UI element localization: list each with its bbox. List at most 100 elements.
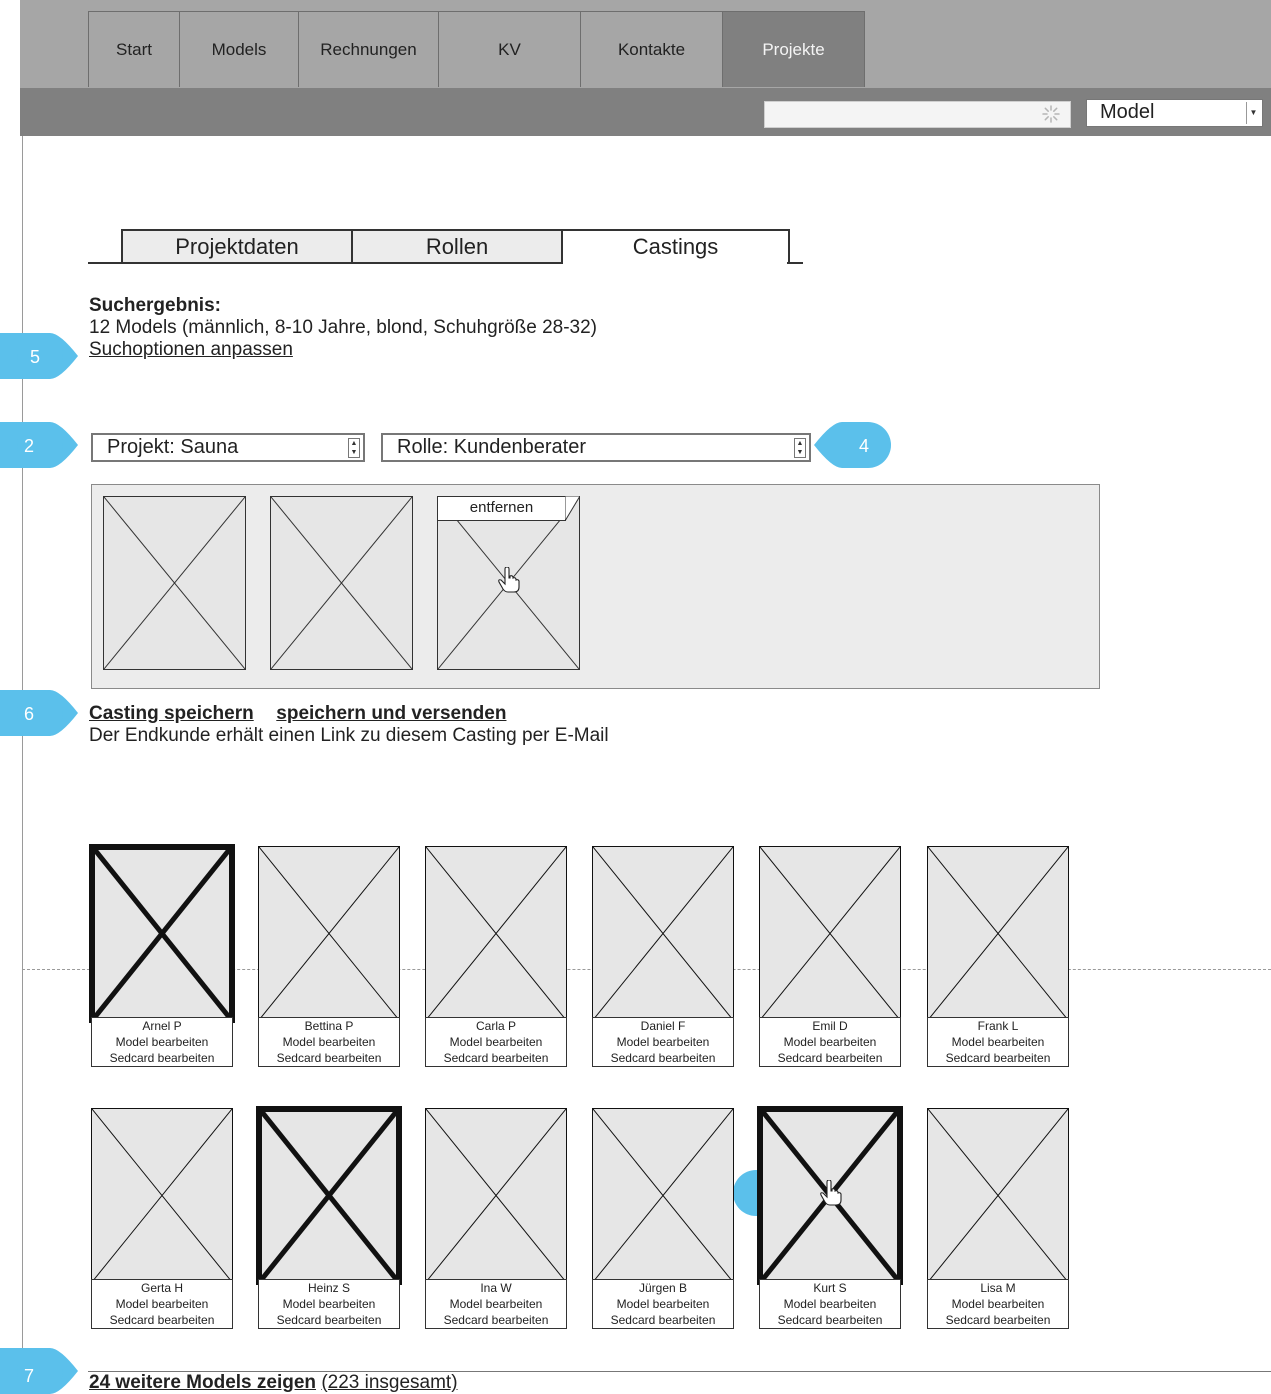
edit-model-link[interactable]: Model bearbeiten xyxy=(928,1034,1068,1050)
model-card-image[interactable] xyxy=(592,1108,734,1283)
edit-model-link[interactable]: Model bearbeiten xyxy=(259,1296,399,1312)
save-and-send-link[interactable]: speichern und versenden xyxy=(276,703,506,724)
model-name: Gerta H xyxy=(140,1281,183,1295)
model-card-label: Emil D Model bearbeiten Sedcard bearbeiten xyxy=(759,1017,901,1067)
tab-kontakte[interactable]: Kontakte xyxy=(580,11,723,87)
model-card-image[interactable] xyxy=(425,846,567,1021)
tab-projektdaten[interactable]: Projektdaten xyxy=(121,229,353,262)
casting-note: Der Endkunde erhält einen Link zu diesem… xyxy=(89,725,609,746)
casting-actions: Casting speichern speichern und versende… xyxy=(89,703,609,747)
image-placeholder-icon xyxy=(92,1109,232,1282)
model-name: Ina W xyxy=(480,1281,512,1295)
callout-4: 4 xyxy=(814,422,891,468)
adjust-search-link[interactable]: Suchoptionen anpassen xyxy=(89,339,597,361)
edit-sedcard-link[interactable]: Sedcard bearbeiten xyxy=(426,1312,566,1328)
edit-model-link[interactable]: Model bearbeiten xyxy=(426,1034,566,1050)
edit-sedcard-link[interactable]: Sedcard bearbeiten xyxy=(928,1312,1068,1328)
edit-sedcard-link[interactable]: Sedcard bearbeiten xyxy=(760,1312,900,1328)
model-name: Kurt S xyxy=(813,1281,847,1295)
chevron-down-icon: ▼ xyxy=(1246,102,1260,124)
subtab-baseline-end xyxy=(788,262,803,264)
image-placeholder-icon xyxy=(95,850,229,1017)
more-models: 24 weitere Models zeigen (223 insgesamt) xyxy=(89,1372,458,1394)
model-card-image[interactable] xyxy=(927,846,1069,1021)
total-count: (223 insgesamt) xyxy=(321,1372,458,1393)
search-input[interactable] xyxy=(764,101,1071,128)
model-name: Lisa M xyxy=(980,1281,1016,1295)
edit-model-link[interactable]: Model bearbeiten xyxy=(928,1296,1068,1312)
tab-models[interactable]: Models xyxy=(179,11,299,87)
edit-sedcard-link[interactable]: Sedcard bearbeiten xyxy=(259,1312,399,1328)
role-select[interactable]: Rolle: Kundenberater ▲ ▼ xyxy=(381,433,811,462)
edit-sedcard-link[interactable]: Sedcard bearbeiten xyxy=(760,1050,900,1066)
model-card-image[interactable] xyxy=(759,846,901,1021)
model-card-image[interactable] xyxy=(927,1108,1069,1283)
model-name: Arnel P xyxy=(142,1019,182,1033)
result-summary: 12 Models (männlich, 8-10 Jahre, blond, … xyxy=(89,317,598,338)
edit-model-link[interactable]: Model bearbeiten xyxy=(593,1034,733,1050)
edit-model-link[interactable]: Model bearbeiten xyxy=(92,1296,232,1312)
image-placeholder-icon xyxy=(426,1109,566,1282)
search-type-select[interactable]: Model ▼ xyxy=(1086,99,1263,127)
tab-start[interactable]: Start xyxy=(88,11,180,87)
edit-sedcard-link[interactable]: Sedcard bearbeiten xyxy=(593,1050,733,1066)
edit-model-link[interactable]: Model bearbeiten xyxy=(426,1296,566,1312)
model-card-image[interactable] xyxy=(258,846,400,1021)
tab-rechnungen[interactable]: Rechnungen xyxy=(298,11,439,87)
image-placeholder-icon xyxy=(593,847,733,1020)
edit-model-link[interactable]: Model bearbeiten xyxy=(92,1034,232,1050)
callout-4-label: 4 xyxy=(859,436,869,456)
model-card-image[interactable] xyxy=(592,846,734,1021)
edit-model-link[interactable]: Model bearbeiten xyxy=(760,1296,900,1312)
edit-model-link[interactable]: Model bearbeiten xyxy=(760,1034,900,1050)
tab-rollen[interactable]: Rollen xyxy=(351,229,563,262)
model-card-label: Lisa M Model bearbeiten Sedcard bearbeiten xyxy=(927,1279,1069,1329)
edit-sedcard-link[interactable]: Sedcard bearbeiten xyxy=(593,1312,733,1328)
show-more-models-link[interactable]: 24 weitere Models zeigen xyxy=(89,1372,316,1393)
project-select-value: Projekt: Sauna xyxy=(107,436,239,458)
image-placeholder-icon xyxy=(760,847,900,1020)
casting-model-image[interactable] xyxy=(270,496,413,670)
model-name: Daniel F xyxy=(640,1019,686,1033)
remove-button[interactable]: entfernen xyxy=(437,496,566,521)
model-card-label: Arnel P Model bearbeiten Sedcard bearbeite… xyxy=(91,1017,233,1067)
edit-sedcard-link[interactable]: Sedcard bearbeiten xyxy=(259,1050,399,1066)
casting-model-image[interactable] xyxy=(103,496,246,670)
model-card-label: Bettina P Model bearbeiten Sedcard bearbei… xyxy=(258,1017,400,1067)
save-casting-link[interactable]: Casting speichern xyxy=(89,703,254,724)
loading-spinner-icon xyxy=(1042,105,1060,123)
callout-6-label: 6 xyxy=(24,704,34,724)
tab-projekte[interactable]: Projekte xyxy=(722,11,865,87)
hand-cursor-icon xyxy=(498,567,520,593)
model-card-image[interactable] xyxy=(91,1108,233,1283)
hand-cursor-icon xyxy=(820,1180,842,1206)
edit-model-link[interactable]: Model bearbeiten xyxy=(593,1296,733,1312)
model-card-image[interactable] xyxy=(256,1106,402,1285)
model-card-image[interactable] xyxy=(89,844,235,1023)
tab-castings[interactable]: Castings xyxy=(561,229,790,262)
callout-2: 2 xyxy=(0,422,78,468)
callout-5-label: 5 xyxy=(30,347,40,367)
model-card-label: Heinz S Model bearbeiten Sedcard bearbeite… xyxy=(258,1279,400,1329)
image-placeholder-icon xyxy=(426,847,566,1020)
image-placeholder-icon xyxy=(928,847,1068,1020)
model-card-label: Gerta H Model bearbeiten Sedcard bearbeite… xyxy=(91,1279,233,1329)
model-card-label: Carla P Model bearbeiten Sedcard bearbeite… xyxy=(425,1017,567,1067)
image-placeholder-icon xyxy=(928,1109,1068,1282)
edit-sedcard-link[interactable]: Sedcard bearbeiten xyxy=(426,1050,566,1066)
image-placeholder-icon xyxy=(262,1112,396,1279)
role-select-value: Rolle: Kundenberater xyxy=(397,436,587,458)
edit-sedcard-link[interactable]: Sedcard bearbeiten xyxy=(92,1312,232,1328)
project-select[interactable]: Projekt: Sauna ▲ ▼ xyxy=(91,433,365,462)
model-name: Heinz S xyxy=(307,1281,351,1295)
model-name: Emil D xyxy=(812,1019,848,1033)
edit-model-link[interactable]: Model bearbeiten xyxy=(259,1034,399,1050)
tab-kv[interactable]: KV xyxy=(438,11,581,87)
model-name: Carla P xyxy=(475,1019,516,1033)
edit-sedcard-link[interactable]: Sedcard bearbeiten xyxy=(928,1050,1068,1066)
edit-sedcard-link[interactable]: Sedcard bearbeiten xyxy=(92,1050,232,1066)
model-name: Jürgen B xyxy=(638,1281,688,1295)
image-placeholder-icon xyxy=(593,1109,733,1282)
model-card-image[interactable] xyxy=(425,1108,567,1283)
stepper-arrows-icon: ▲ ▼ xyxy=(348,438,360,458)
